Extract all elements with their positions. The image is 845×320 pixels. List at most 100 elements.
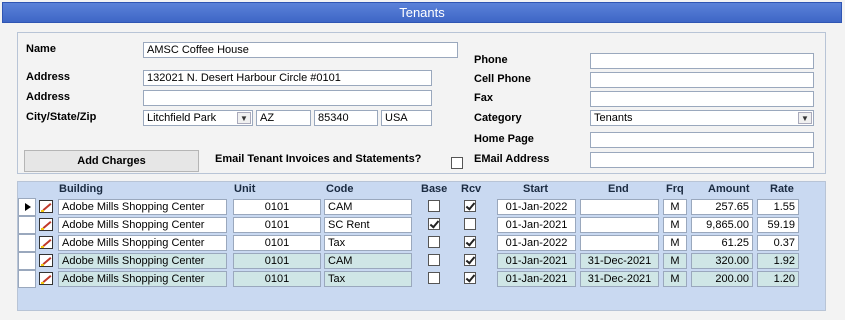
base-checkbox[interactable] (428, 272, 440, 284)
cell-end[interactable] (580, 235, 659, 251)
window-title: Tenants (2, 2, 842, 23)
cell-start[interactable]: 01-Jan-2021 (497, 253, 576, 269)
cell-amount[interactable]: 200.00 (691, 271, 753, 287)
cell-rate[interactable]: 1.92 (757, 253, 799, 269)
home-page-label: Home Page (474, 133, 534, 145)
cell-code[interactable]: SC Rent (324, 217, 412, 233)
row-selector[interactable] (18, 270, 36, 288)
email-invoices-checkbox[interactable] (451, 157, 463, 169)
cell-rate[interactable]: 59.19 (757, 217, 799, 233)
cell-start[interactable]: 01-Jan-2022 (497, 199, 576, 215)
rcv-checkbox[interactable] (464, 218, 476, 230)
cell-end[interactable]: 31-Dec-2021 (580, 253, 659, 269)
edit-icon[interactable] (39, 254, 53, 267)
row-selector[interactable] (18, 234, 36, 252)
cell-building[interactable]: Adobe Mills Shopping Center (58, 253, 227, 269)
edit-icon[interactable] (39, 200, 53, 213)
state-field[interactable]: AZ (256, 110, 311, 126)
rcv-checkbox[interactable] (464, 254, 476, 266)
cell-frq[interactable]: M (663, 217, 687, 233)
base-checkbox[interactable] (428, 236, 440, 248)
email-label: EMail Address (474, 153, 550, 165)
col-rate[interactable]: Rate (770, 183, 794, 195)
category-label: Category (474, 112, 522, 124)
chevron-down-icon[interactable]: ▼ (237, 112, 251, 124)
grid-header: Building Unit Code Base Rcv Start End Fr… (18, 182, 825, 196)
address1-field[interactable]: 132021 N. Desert Harbour Circle #0101 (143, 70, 432, 86)
table-row[interactable]: Adobe Mills Shopping Center 0101 Tax 01-Jan… (18, 234, 825, 252)
table-row[interactable]: Adobe Mills Shopping Center 0101 CAM 01-Jan… (18, 198, 825, 216)
table-row[interactable]: Adobe Mills Shopping Center 0101 SC Rent 01… (18, 216, 825, 234)
base-checkbox[interactable] (428, 200, 440, 212)
city-select[interactable]: Litchfield Park ▼ (143, 110, 253, 126)
col-building[interactable]: Building (59, 183, 103, 195)
address2-field[interactable] (143, 90, 432, 106)
charges-grid: Building Unit Code Base Rcv Start End Fr… (17, 181, 826, 311)
row-selector[interactable] (18, 252, 36, 270)
category-select[interactable]: Tenants ▼ (590, 110, 814, 126)
edit-icon[interactable] (39, 272, 53, 285)
table-row[interactable]: Adobe Mills Shopping Center 0101 CAM 01-Jan… (18, 252, 825, 270)
cell-end[interactable] (580, 199, 659, 215)
rcv-checkbox[interactable] (464, 272, 476, 284)
category-value: Tenants (594, 112, 633, 124)
cell-amount[interactable]: 320.00 (691, 253, 753, 269)
cell-start[interactable]: 01-Jan-2021 (497, 271, 576, 287)
chevron-down-icon[interactable]: ▼ (798, 112, 812, 124)
cell-amount[interactable]: 9,865.00 (691, 217, 753, 233)
cell-building[interactable]: Adobe Mills Shopping Center (58, 271, 227, 287)
cell-unit[interactable]: 0101 (233, 235, 321, 251)
col-start[interactable]: Start (523, 183, 548, 195)
edit-icon[interactable] (39, 236, 53, 249)
city-value: Litchfield Park (147, 112, 217, 124)
col-code[interactable]: Code (326, 183, 354, 195)
col-rcv[interactable]: Rcv (461, 183, 481, 195)
cell-building[interactable]: Adobe Mills Shopping Center (58, 217, 227, 233)
zip-field[interactable]: 85340 (314, 110, 378, 126)
cell-amount[interactable]: 61.25 (691, 235, 753, 251)
rcv-checkbox[interactable] (464, 200, 476, 212)
cell-start[interactable]: 01-Jan-2022 (497, 235, 576, 251)
col-amount[interactable]: Amount (708, 183, 750, 195)
edit-icon[interactable] (39, 218, 53, 231)
table-row[interactable]: Adobe Mills Shopping Center 0101 Tax 01-Jan… (18, 270, 825, 288)
rcv-checkbox[interactable] (464, 236, 476, 248)
cell-start[interactable]: 01-Jan-2021 (497, 217, 576, 233)
cell-frq[interactable]: M (663, 235, 687, 251)
row-selector[interactable] (18, 216, 36, 234)
cell-amount[interactable]: 257.65 (691, 199, 753, 215)
base-checkbox[interactable] (428, 218, 440, 230)
base-checkbox[interactable] (428, 254, 440, 266)
cell-rate[interactable]: 0.37 (757, 235, 799, 251)
cell-building[interactable]: Adobe Mills Shopping Center (58, 199, 227, 215)
cell-code[interactable]: CAM (324, 253, 412, 269)
name-field[interactable]: AMSC Coffee House (143, 42, 458, 58)
cell-phone-field[interactable] (590, 72, 814, 88)
cell-unit[interactable]: 0101 (233, 271, 321, 287)
add-charges-button[interactable]: Add Charges (24, 150, 199, 172)
cell-code[interactable]: Tax (324, 271, 412, 287)
email-field[interactable] (590, 152, 814, 168)
cell-end[interactable]: 31-Dec-2021 (580, 271, 659, 287)
home-page-field[interactable] (590, 132, 814, 148)
col-end[interactable]: End (608, 183, 629, 195)
cell-frq[interactable]: M (663, 253, 687, 269)
cell-code[interactable]: CAM (324, 199, 412, 215)
cell-unit[interactable]: 0101 (233, 199, 321, 215)
cell-end[interactable] (580, 217, 659, 233)
cell-building[interactable]: Adobe Mills Shopping Center (58, 235, 227, 251)
cell-unit[interactable]: 0101 (233, 217, 321, 233)
cell-frq[interactable]: M (663, 199, 687, 215)
cell-unit[interactable]: 0101 (233, 253, 321, 269)
phone-field[interactable] (590, 53, 814, 69)
current-row-indicator[interactable] (18, 198, 36, 216)
col-unit[interactable]: Unit (234, 183, 255, 195)
cell-rate[interactable]: 1.55 (757, 199, 799, 215)
country-field[interactable]: USA (381, 110, 432, 126)
cell-frq[interactable]: M (663, 271, 687, 287)
cell-code[interactable]: Tax (324, 235, 412, 251)
cell-rate[interactable]: 1.20 (757, 271, 799, 287)
col-base[interactable]: Base (421, 183, 447, 195)
col-frq[interactable]: Frq (666, 183, 684, 195)
fax-field[interactable] (590, 91, 814, 107)
